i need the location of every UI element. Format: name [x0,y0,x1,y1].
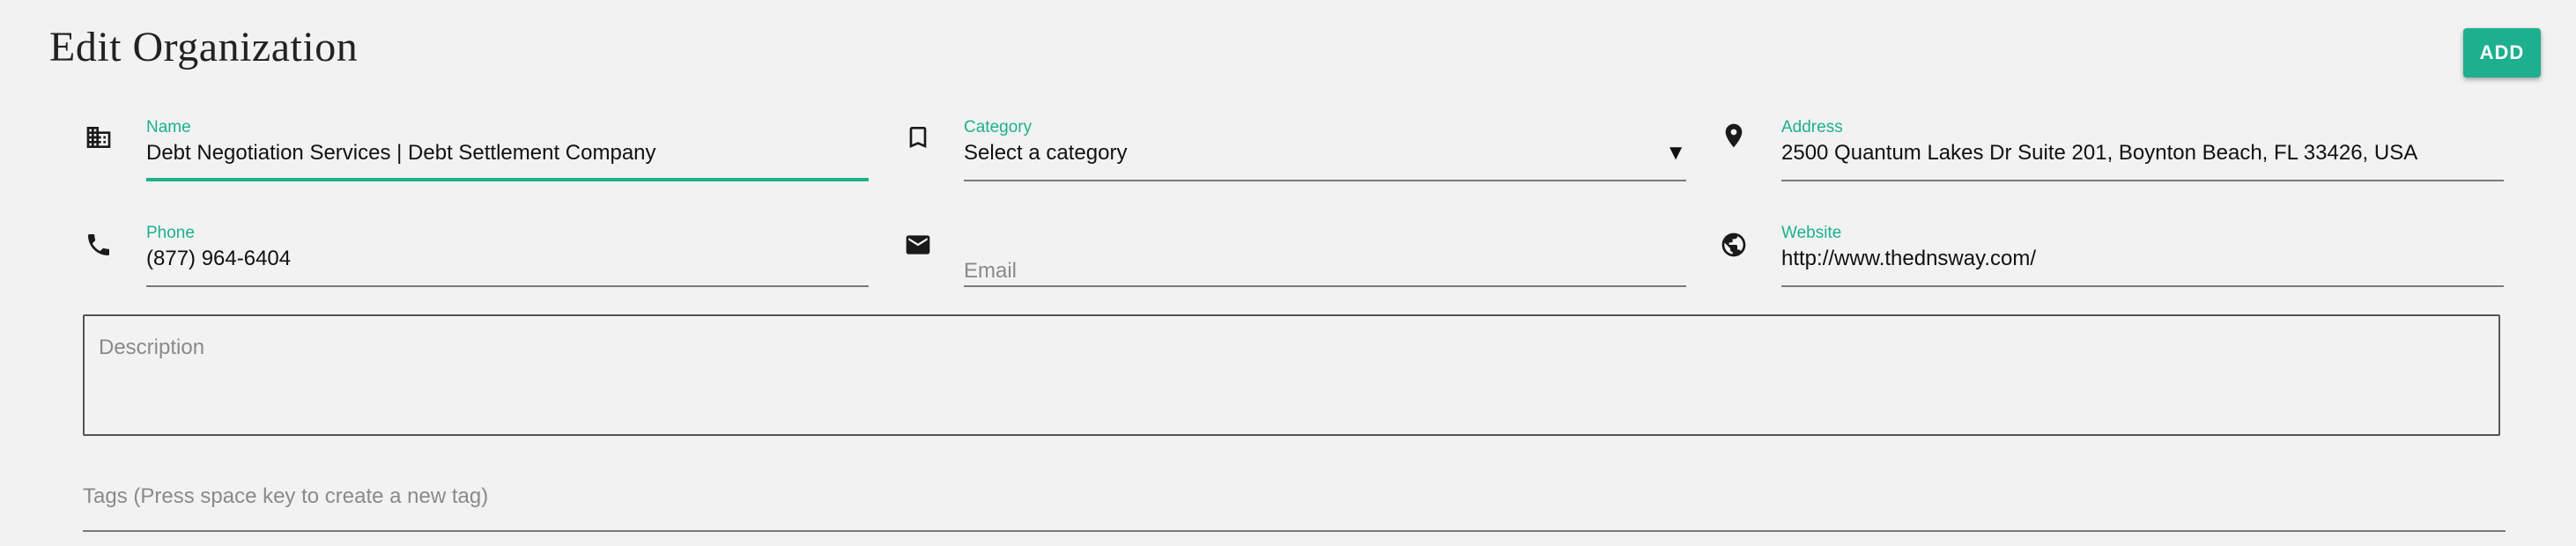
email-field[interactable]: Email [964,224,1686,287]
phone-field[interactable]: Phone (877) 964-6404 [146,224,869,287]
category-select[interactable]: Category Select a category ▼ [964,118,1686,181]
address-value: 2500 Quantum Lakes Dr Suite 201, Boynton… [1781,141,2418,165]
page-title: Edit Organization [49,24,359,70]
website-value: http://www.thednsway.com/ [1781,247,2037,270]
description-placeholder: Description [99,336,205,359]
phone-label: Phone [146,224,195,242]
name-field[interactable]: Name Debt Negotiation Services | Debt Se… [146,118,869,181]
name-label: Name [146,118,191,136]
description-textarea[interactable]: Description [83,314,2500,436]
website-field[interactable]: Website http://www.thednsway.com/ [1781,224,2504,287]
name-value: Debt Negotiation Services | Debt Settlem… [146,141,656,165]
email-placeholder: Email [964,259,1018,283]
dropdown-arrow-icon[interactable]: ▼ [1665,141,1686,166]
tags-input[interactable]: Tags (Press space key to create a new ta… [83,476,2506,532]
tags-placeholder: Tags (Press space key to create a new ta… [83,484,489,508]
address-field[interactable]: Address 2500 Quantum Lakes Dr Suite 201,… [1781,118,2504,181]
category-label: Category [964,118,1033,136]
globe-icon [1716,227,1751,262]
category-value: Select a category [964,141,1128,165]
add-button[interactable]: ADD [2463,28,2541,77]
phone-value: (877) 964-6404 [146,247,292,270]
website-label: Website [1781,224,1842,242]
edit-organization-page: Edit Organization ADD Name Debt Negotiat… [0,0,2576,546]
mail-icon [900,227,936,262]
address-label: Address [1781,118,1843,136]
building-icon [81,120,116,155]
location-pin-icon [1716,118,1751,153]
bookmark-icon [900,120,936,155]
phone-icon [81,227,116,262]
